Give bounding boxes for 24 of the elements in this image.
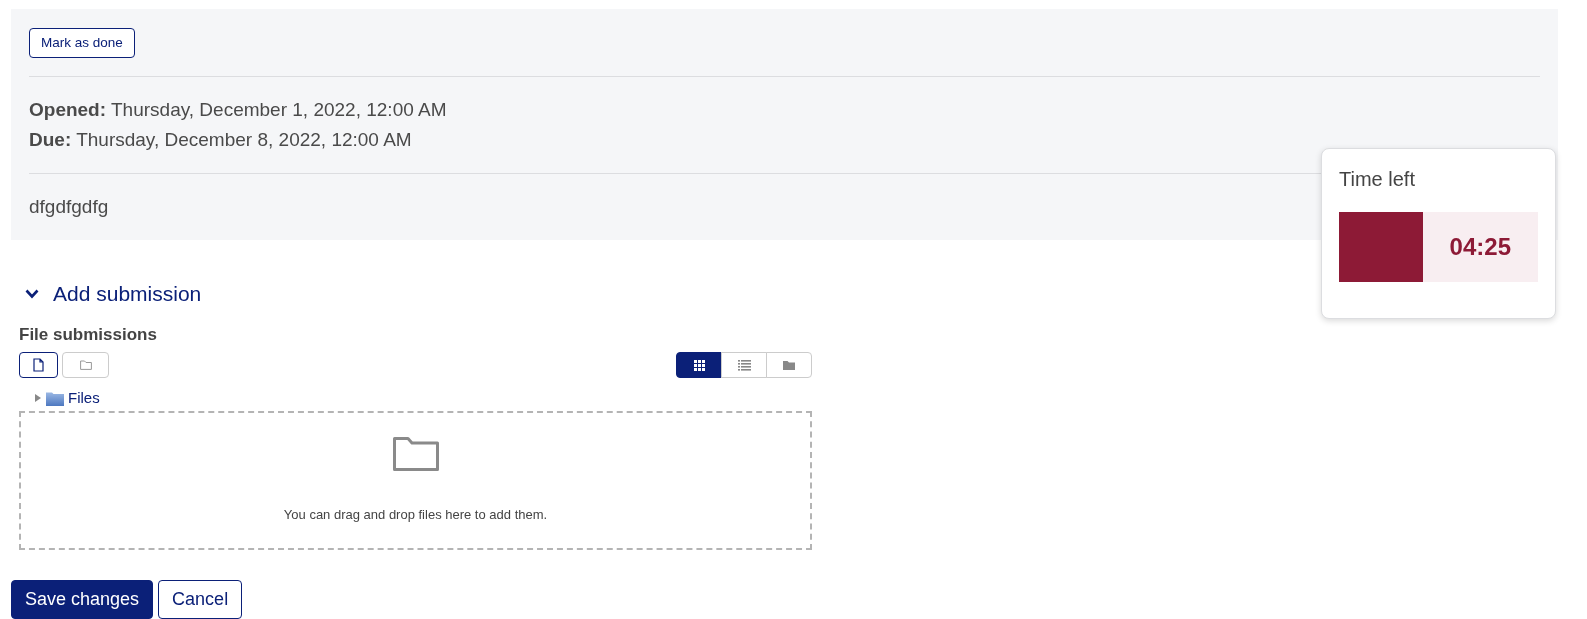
cancel-button[interactable]: Cancel [158, 580, 243, 619]
folder-icon [783, 360, 795, 370]
file-icon [33, 358, 44, 372]
triangle-right-icon[interactable] [35, 394, 41, 402]
folder-icon [46, 390, 64, 406]
file-drop-zone[interactable]: You can drag and drop files here to add them. [19, 411, 812, 550]
folder-icon [392, 436, 439, 471]
add-submission-toggle[interactable]: Add submission [25, 279, 202, 309]
field-label: File submissions [19, 324, 157, 346]
tree-view-button[interactable] [766, 352, 812, 378]
folder-link[interactable]: Files [68, 388, 100, 408]
timer-title: Time left [1339, 167, 1415, 191]
date-line: Due: Thursday, December 8, 2022, 12:00 AM [29, 128, 412, 152]
mark-as-done-button[interactable]: Mark as done [29, 28, 135, 58]
list-icon [737, 359, 751, 371]
time-left-reading: 04:25 [1449, 232, 1511, 262]
add-file-button[interactable] [19, 352, 58, 378]
drop-zone-message: You can drag and drop files here to add them. [283, 505, 548, 524]
description-text: dfgdfgdfg [29, 195, 109, 219]
icon-view-button[interactable] [676, 352, 722, 378]
date-line: Opened: Thursday, December 1, 2022, 12:00 AM [29, 98, 447, 122]
folder-icon [79, 360, 92, 370]
save-changes-button[interactable]: Save changes [11, 580, 154, 619]
grid-icon [693, 359, 705, 371]
